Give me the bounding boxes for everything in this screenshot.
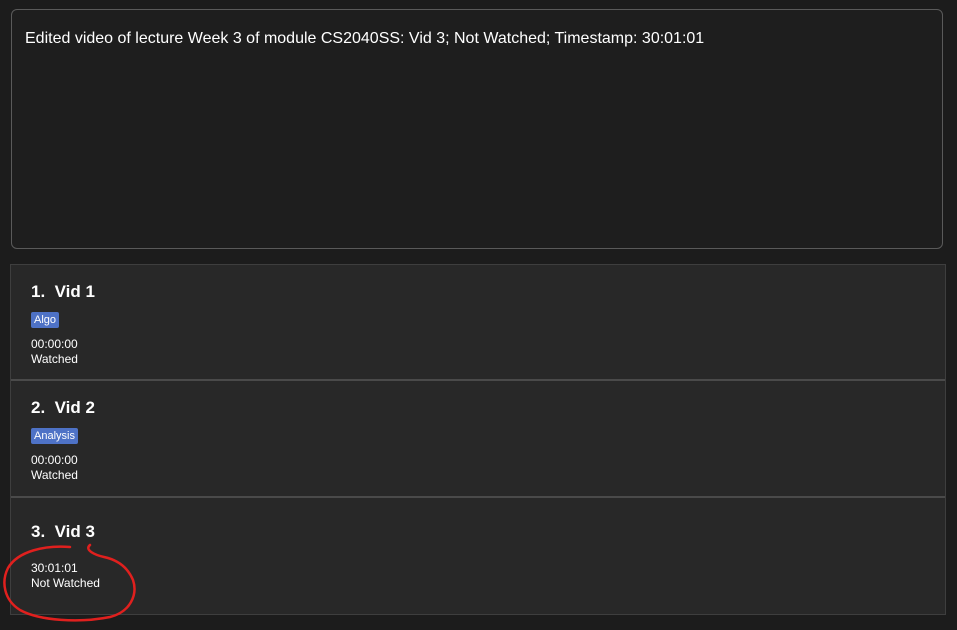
video-title: 1. Vid 1 [31, 282, 95, 301]
tag-badge: Analysis [31, 428, 78, 444]
video-card-1[interactable]: 1. Vid 1 Algo 00:00:00 Watched [11, 265, 945, 381]
video-timestamp: 30:01:01 [31, 561, 78, 575]
video-card-2[interactable]: 2. Vid 2 Analysis 00:00:00 Watched [11, 381, 945, 498]
video-title: 3. Vid 3 [31, 522, 95, 541]
video-list[interactable]: 1. Vid 1 Algo 00:00:00 Watched 2. Vid 2 … [10, 264, 946, 615]
video-status: Not Watched [31, 576, 100, 590]
video-status: Watched [31, 352, 78, 366]
result-display: Edited video of lecture Week 3 of module… [11, 9, 943, 249]
video-status: Watched [31, 468, 78, 482]
tag-badge: Algo [31, 312, 60, 328]
video-card-3[interactable]: 3. Vid 3 30:01:01 Not Watched [11, 498, 945, 614]
video-timestamp: 00:00:00 [31, 337, 78, 351]
video-timestamp: 00:00:00 [31, 453, 78, 467]
video-title: 2. Vid 2 [31, 398, 95, 417]
result-text: Edited video of lecture Week 3 of module… [25, 30, 705, 47]
